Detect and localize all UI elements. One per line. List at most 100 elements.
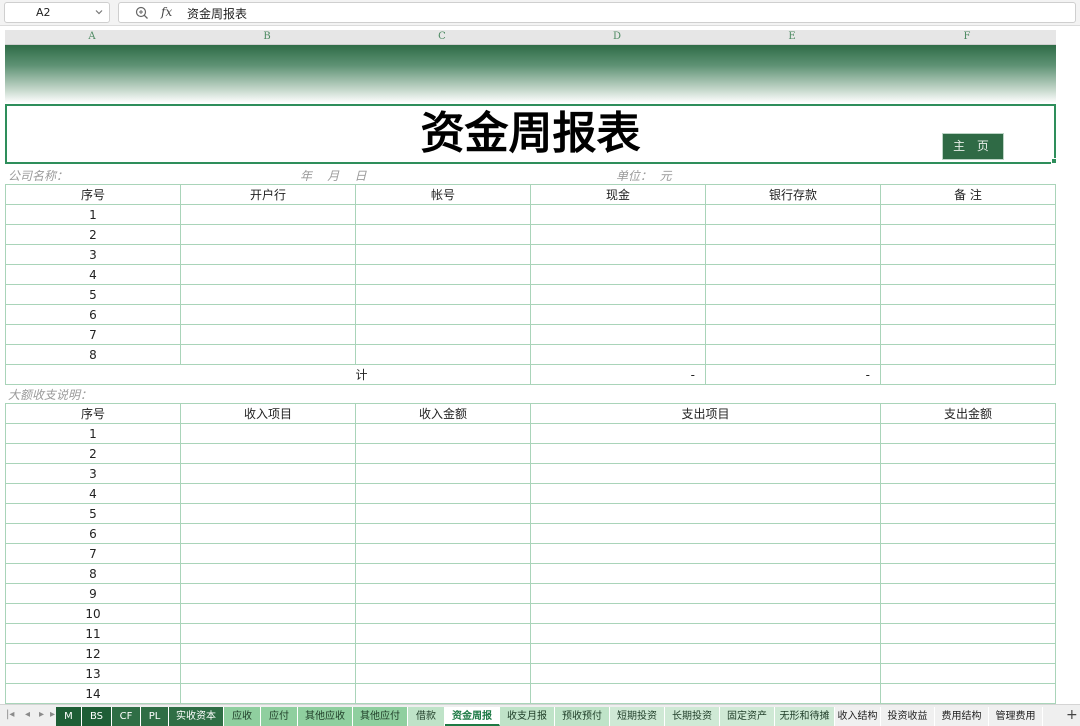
table-cell[interactable] [880, 563, 1056, 584]
table-cell[interactable] [705, 304, 881, 325]
home-button[interactable]: 主 页 [942, 133, 1004, 160]
sheet-tab[interactable]: BS [82, 707, 112, 726]
row-number-cell[interactable]: 10 [5, 603, 181, 624]
row-number-cell[interactable]: 8 [5, 344, 181, 365]
sheet-tab[interactable]: 管理费用 [989, 707, 1043, 726]
row-number-cell[interactable]: 8 [5, 563, 181, 584]
table-cell[interactable] [180, 324, 356, 345]
table-cell[interactable] [705, 264, 881, 285]
table-cell[interactable] [530, 483, 881, 504]
table-cell[interactable] [355, 483, 531, 504]
sheet-tab[interactable]: 短期投资 [610, 707, 665, 726]
row-number-cell[interactable]: 2 [5, 224, 181, 245]
column-letter-c[interactable]: C [427, 31, 457, 42]
table-cell[interactable] [530, 324, 706, 345]
first-sheet-icon[interactable]: |◂ [6, 709, 14, 720]
table-cell[interactable] [530, 423, 881, 444]
title-cell[interactable]: 资金周报表 主 页 [5, 104, 1056, 164]
table-cell[interactable] [880, 463, 1056, 484]
total-cash-cell[interactable]: - [530, 364, 706, 385]
table-cell[interactable] [530, 463, 881, 484]
table-cell[interactable] [880, 204, 1056, 225]
sheet-tab[interactable]: 长期投资 [665, 707, 720, 726]
table-cell[interactable] [530, 224, 706, 245]
table-cell[interactable] [880, 683, 1056, 704]
row-number-cell[interactable]: 11 [5, 623, 181, 644]
table-cell[interactable] [180, 603, 356, 624]
table-cell[interactable] [180, 443, 356, 464]
table-cell[interactable] [355, 663, 531, 684]
row-number-cell[interactable]: 1 [5, 204, 181, 225]
header-cell[interactable]: 开户行 [180, 184, 356, 205]
sheet-tab[interactable]: 投资收益 [881, 707, 935, 726]
table-cell[interactable] [180, 643, 356, 664]
column-letter-b[interactable]: B [252, 31, 282, 42]
table-cell[interactable] [355, 344, 531, 365]
table-cell[interactable] [530, 503, 881, 524]
column-letter-f[interactable]: F [952, 31, 982, 42]
table-cell[interactable] [180, 623, 356, 644]
sheet-tab[interactable]: 应收 [224, 707, 261, 726]
table-cell[interactable] [705, 204, 881, 225]
row-number-cell[interactable]: 6 [5, 304, 181, 325]
row-number-cell[interactable]: 13 [5, 663, 181, 684]
table-cell[interactable] [880, 244, 1056, 265]
table-cell[interactable] [705, 244, 881, 265]
table-cell[interactable] [355, 304, 531, 325]
table-cell[interactable] [180, 503, 356, 524]
table-cell[interactable] [880, 304, 1056, 325]
header-cell[interactable]: 支出项目 [530, 403, 881, 424]
table-cell[interactable] [355, 204, 531, 225]
sheet-tab[interactable]: PL [141, 707, 169, 726]
sheet-tab[interactable]: 费用结构 [935, 707, 989, 726]
sheet-tab[interactable]: 其他应付 [353, 707, 408, 726]
table-cell[interactable] [180, 523, 356, 544]
sheet-tab[interactable]: 预收预付 [555, 707, 610, 726]
table-cell[interactable] [880, 603, 1056, 624]
row-number-cell[interactable]: 4 [5, 483, 181, 504]
row-number-cell[interactable]: 5 [5, 284, 181, 305]
table-cell[interactable] [180, 683, 356, 704]
table-cell[interactable] [355, 224, 531, 245]
table-cell[interactable] [530, 443, 881, 464]
header-cell[interactable]: 帐号 [355, 184, 531, 205]
table-cell[interactable] [355, 284, 531, 305]
table-cell[interactable] [180, 224, 356, 245]
table-cell[interactable] [180, 483, 356, 504]
formula-input-area[interactable]: fx 资金周报表 [118, 2, 1076, 23]
table-cell[interactable] [355, 603, 531, 624]
table-cell[interactable] [355, 443, 531, 464]
table-cell[interactable] [355, 324, 531, 345]
function-icon[interactable]: fx [161, 5, 172, 19]
table-cell[interactable] [880, 483, 1056, 504]
table-cell[interactable] [355, 683, 531, 704]
table-cell[interactable] [880, 443, 1056, 464]
row-number-cell[interactable]: 3 [5, 244, 181, 265]
sheet-tab[interactable]: 应付 [261, 707, 298, 726]
table-cell[interactable] [530, 663, 881, 684]
table-cell[interactable] [880, 423, 1056, 444]
table-cell[interactable] [180, 204, 356, 225]
table-cell[interactable] [880, 324, 1056, 345]
table-cell[interactable] [530, 244, 706, 265]
row-number-cell[interactable]: 1 [5, 423, 181, 444]
table-cell[interactable] [355, 583, 531, 604]
table-cell[interactable] [530, 264, 706, 285]
total-label[interactable]: 合计 [355, 364, 531, 385]
table-cell[interactable] [180, 563, 356, 584]
table-cell[interactable] [880, 543, 1056, 564]
table-cell[interactable] [5, 364, 181, 385]
table-cell[interactable] [880, 503, 1056, 524]
table-cell[interactable] [530, 304, 706, 325]
header-cell[interactable]: 银行存款 [705, 184, 881, 205]
table-cell[interactable] [880, 583, 1056, 604]
column-letter-a[interactable]: A [77, 31, 107, 42]
header-cell[interactable]: 现金 [530, 184, 706, 205]
table-cell[interactable] [355, 503, 531, 524]
table-cell[interactable] [705, 344, 881, 365]
table-cell[interactable] [705, 284, 881, 305]
table-cell[interactable] [530, 344, 706, 365]
sheet-tab[interactable]: 收入结构 [835, 707, 881, 726]
chevron-down-icon[interactable] [94, 7, 104, 17]
table-cell[interactable] [530, 543, 881, 564]
